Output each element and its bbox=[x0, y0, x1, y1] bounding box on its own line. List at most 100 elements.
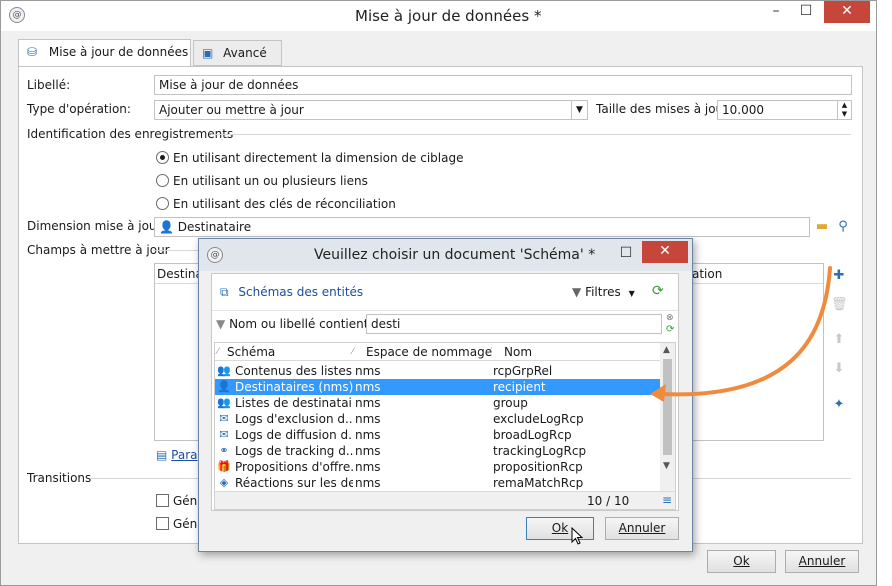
person-icon: 👤 bbox=[217, 380, 231, 393]
close-button[interactable]: ✕ bbox=[824, 1, 870, 23]
table-row[interactable]: 👥 Contenus des listes... nms rcpGrpRel bbox=[215, 363, 660, 379]
table-row[interactable]: 🎁 Propositions d'offre... nms propositionRc… bbox=[215, 459, 660, 475]
cell-schema: Propositions d'offre... bbox=[235, 460, 353, 474]
sort-icon: ⁄ bbox=[489, 347, 491, 357]
gift-icon: 🎁 bbox=[217, 460, 231, 473]
taille-stepper[interactable]: 10.000 ▲ ▼ bbox=[717, 100, 852, 120]
tab-label: Mise à jour de données bbox=[48, 45, 189, 59]
table-row[interactable]: 👥 Listes de destinatai... nms group bbox=[215, 395, 660, 411]
schema-folder-icon: ⧉ bbox=[220, 285, 229, 299]
record-count: 10 / 10 bbox=[587, 494, 630, 508]
cell-namespace: nms bbox=[355, 428, 381, 442]
envelope-icon: ✉ bbox=[219, 412, 229, 425]
dimension-value: Destinataire bbox=[177, 220, 252, 234]
document-icon: ▤ bbox=[156, 448, 168, 462]
schema-grid[interactable]: ⁄ Schéma ⁄ Espace de nommage ⁄ Nom 👥 Cont… bbox=[214, 342, 676, 510]
libelle-field[interactable]: Mise à jour de données bbox=[154, 75, 852, 95]
radio-dimension-ciblage[interactable] bbox=[156, 151, 169, 164]
window-title: Mise à jour de données * bbox=[355, 7, 542, 25]
cell-schema: Logs de diffusion d... bbox=[235, 428, 353, 442]
tracking-icon: ⚭ bbox=[219, 444, 229, 457]
type-operation-select[interactable]: Ajouter ou mettre à jour ▼ bbox=[154, 100, 588, 120]
folder-label: Schémas des entités bbox=[238, 285, 364, 299]
cell-schema: Listes de destinatai... bbox=[235, 396, 353, 410]
sort-icon: ⁄ bbox=[352, 347, 354, 357]
dialog-panel: ⧉ Schémas des entités ▼ Filtres ▼ ⟳ ▼ No… bbox=[211, 273, 679, 511]
group-icon: 👥 bbox=[217, 396, 231, 409]
group-icon: 👥 bbox=[217, 364, 231, 377]
dialog-annuler-button[interactable]: Annuler bbox=[605, 517, 679, 540]
cell-schema: Contenus des listes... bbox=[235, 364, 353, 378]
app-icon: @ bbox=[9, 7, 25, 23]
list-options-icon[interactable]: ≡ bbox=[662, 493, 672, 507]
cell-nom: remaMatchRcp bbox=[493, 476, 584, 490]
cell-namespace: nms bbox=[355, 476, 381, 490]
radio-liens[interactable] bbox=[156, 174, 169, 187]
reaction-icon: ◈ bbox=[219, 476, 229, 489]
cell-namespace: nms bbox=[355, 460, 381, 474]
search-input[interactable]: desti bbox=[366, 314, 662, 334]
dialog-maximize-button[interactable]: ☐ bbox=[611, 243, 641, 265]
cell-nom: broadLogRcp bbox=[493, 428, 572, 442]
search-filter-label: ▼ Nom ou libellé contient: bbox=[216, 317, 373, 331]
checkbox-transition-2[interactable] bbox=[156, 517, 169, 530]
cell-namespace: nms bbox=[355, 380, 381, 394]
briefcase-icon: ▣ bbox=[202, 46, 214, 60]
identification-section-label: Identification des enregistrements bbox=[27, 127, 234, 141]
folder-selector[interactable]: ⧉ Schémas des entités bbox=[220, 285, 363, 300]
stepper-up-icon[interactable]: ▲ bbox=[837, 101, 851, 110]
taille-label: Taille des mises à jour: bbox=[596, 102, 732, 116]
filter-icon: ▼ bbox=[572, 285, 582, 299]
cell-schema: Destinataires (nms) bbox=[235, 380, 353, 394]
tab-label: Avancé bbox=[223, 46, 267, 60]
tab-mise-a-jour[interactable]: ⛁ Mise à jour de données bbox=[18, 39, 191, 67]
stepper-down-icon[interactable]: ▼ bbox=[837, 110, 851, 119]
scroll-down-icon[interactable]: ▼ bbox=[663, 461, 670, 471]
dialog-ok-button[interactable]: Ok bbox=[526, 517, 594, 540]
column-schema[interactable]: Schéma bbox=[227, 343, 275, 361]
maximize-button[interactable]: ☐ bbox=[791, 1, 821, 23]
radio-label: En utilisant des clés de réconciliation bbox=[173, 197, 396, 211]
cell-namespace: nms bbox=[355, 396, 381, 410]
schema-dialog: @ Veuillez choisir un document 'Schéma' … bbox=[198, 238, 693, 552]
minimize-button[interactable]: – bbox=[761, 1, 791, 23]
parametres-link-label: Para bbox=[171, 448, 198, 462]
search-icon[interactable]: ⚲ bbox=[835, 219, 851, 235]
dimension-field[interactable]: 👤 Destinataire bbox=[154, 217, 810, 237]
dialog-title: Veuillez choisir un document 'Schéma' * bbox=[314, 247, 596, 263]
parametres-link[interactable]: ▤ Para bbox=[156, 448, 198, 462]
cell-nom: recipient bbox=[493, 380, 546, 394]
annotation-arrow bbox=[650, 266, 832, 402]
libelle-label: Libellé: bbox=[27, 78, 71, 92]
filters-button[interactable]: ▼ Filtres ▼ bbox=[572, 285, 635, 299]
column-nom[interactable]: Nom bbox=[504, 343, 532, 361]
person-icon: 👤 bbox=[159, 220, 174, 234]
table-row[interactable]: ✉ Logs d'exclusion d... nms excludeLogRcp bbox=[215, 411, 660, 427]
checkbox-transition-1[interactable] bbox=[156, 494, 169, 507]
table-row[interactable]: ✉ Logs de diffusion d... nms broadLogRcp bbox=[215, 427, 660, 443]
cell-schema: Réactions sur les des... bbox=[235, 476, 353, 490]
sort-icon: ⁄ bbox=[217, 347, 219, 357]
folder-icon[interactable]: ▬ bbox=[814, 219, 830, 235]
cell-schema: Logs de tracking d... bbox=[235, 444, 353, 458]
envelope-icon: ✉ bbox=[219, 428, 229, 441]
radio-label: En utilisant un ou plusieurs liens bbox=[173, 174, 368, 188]
section-divider bbox=[211, 134, 851, 135]
chevron-down-icon[interactable]: ▼ bbox=[571, 101, 587, 119]
table-row[interactable]: 👤 Destinataires (nms) nms recipient bbox=[215, 379, 660, 395]
table-row[interactable]: ⚭ Logs de tracking d... nms trackingLogRcp bbox=[215, 443, 660, 459]
cell-namespace: nms bbox=[355, 412, 381, 426]
annuler-button[interactable]: Annuler bbox=[785, 550, 859, 573]
table-row[interactable]: ◈ Réactions sur les des...nms remaMatchRcp bbox=[215, 475, 660, 491]
tab-avance[interactable]: ▣ Avancé bbox=[193, 40, 282, 66]
radio-cles-reconciliation[interactable] bbox=[156, 197, 169, 210]
taille-value: 10.000 bbox=[722, 103, 764, 117]
dimension-label: Dimension mise à jour: bbox=[27, 219, 166, 233]
ok-button[interactable]: Ok bbox=[707, 550, 776, 573]
cell-schema: Logs d'exclusion d... bbox=[235, 412, 353, 426]
column-namespace[interactable]: Espace de nommage bbox=[366, 343, 492, 361]
filters-label: Filtres bbox=[585, 285, 621, 299]
chevron-down-icon: ▼ bbox=[628, 289, 635, 298]
section-divider bbox=[153, 250, 203, 251]
main-titlebar: @ Mise à jour de données * – ☐ ✕ bbox=[1, 1, 876, 31]
